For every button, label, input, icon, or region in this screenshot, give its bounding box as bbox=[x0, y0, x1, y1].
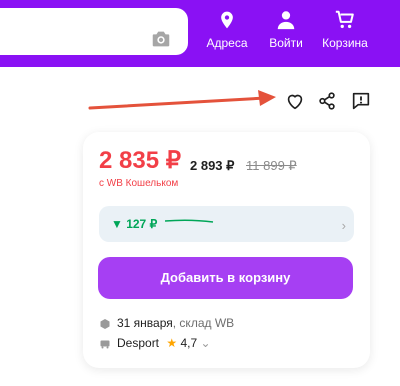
search-input[interactable] bbox=[0, 8, 188, 55]
header-cart[interactable]: Корзина bbox=[315, 8, 375, 50]
user-icon bbox=[277, 11, 295, 30]
header-cart-label: Корзина bbox=[322, 36, 368, 50]
add-to-cart-button[interactable]: Добавить в корзину bbox=[98, 257, 353, 299]
seller-rating: 4,7 bbox=[180, 336, 198, 350]
share-icon[interactable] bbox=[316, 90, 338, 112]
points-panel[interactable]: ▼ 127 ₽ › bbox=[99, 206, 354, 242]
location-pin-icon bbox=[221, 11, 233, 29]
report-icon[interactable] bbox=[350, 90, 372, 112]
truck-icon bbox=[100, 340, 110, 349]
product-buy-card: 2 835 ₽ 2 893 ₽ 11 899 ₽ с WB Кошельком … bbox=[83, 132, 370, 368]
annotation-arrow bbox=[88, 90, 276, 110]
points-line-decor bbox=[165, 219, 214, 223]
price-old: 11 899 ₽ bbox=[246, 158, 297, 173]
box-icon bbox=[100, 318, 110, 329]
chevron-right-icon: › bbox=[341, 218, 346, 233]
chevron-down-icon[interactable]: ⌄ bbox=[201, 336, 211, 350]
delivery-info: 31 января, склад WB bbox=[99, 316, 234, 330]
delivery-warehouse: , склад WB bbox=[172, 316, 235, 330]
header-login-label: Войти bbox=[269, 36, 303, 50]
header-addresses[interactable]: Адреса bbox=[197, 8, 257, 50]
header-bar: Адреса Войти Корзина bbox=[0, 0, 400, 67]
header-login[interactable]: Войти bbox=[256, 8, 316, 50]
seller-name[interactable]: Desport bbox=[117, 336, 159, 350]
header-addresses-label: Адреса bbox=[206, 36, 248, 50]
delivery-date: 31 января bbox=[117, 316, 173, 330]
points-value: ▼ 127 ₽ bbox=[111, 217, 158, 231]
heart-icon[interactable] bbox=[284, 90, 306, 112]
camera-icon[interactable] bbox=[150, 28, 172, 50]
price-current: 2 835 ₽ bbox=[99, 147, 181, 174]
wallet-note[interactable]: с WB Кошельком bbox=[99, 178, 178, 189]
cart-icon bbox=[335, 10, 354, 29]
star-icon: ★ bbox=[166, 336, 178, 350]
seller-info[interactable]: Desport ★ 4,7 ⌄ bbox=[99, 336, 211, 350]
price-without-wallet: 2 893 ₽ bbox=[190, 158, 235, 173]
